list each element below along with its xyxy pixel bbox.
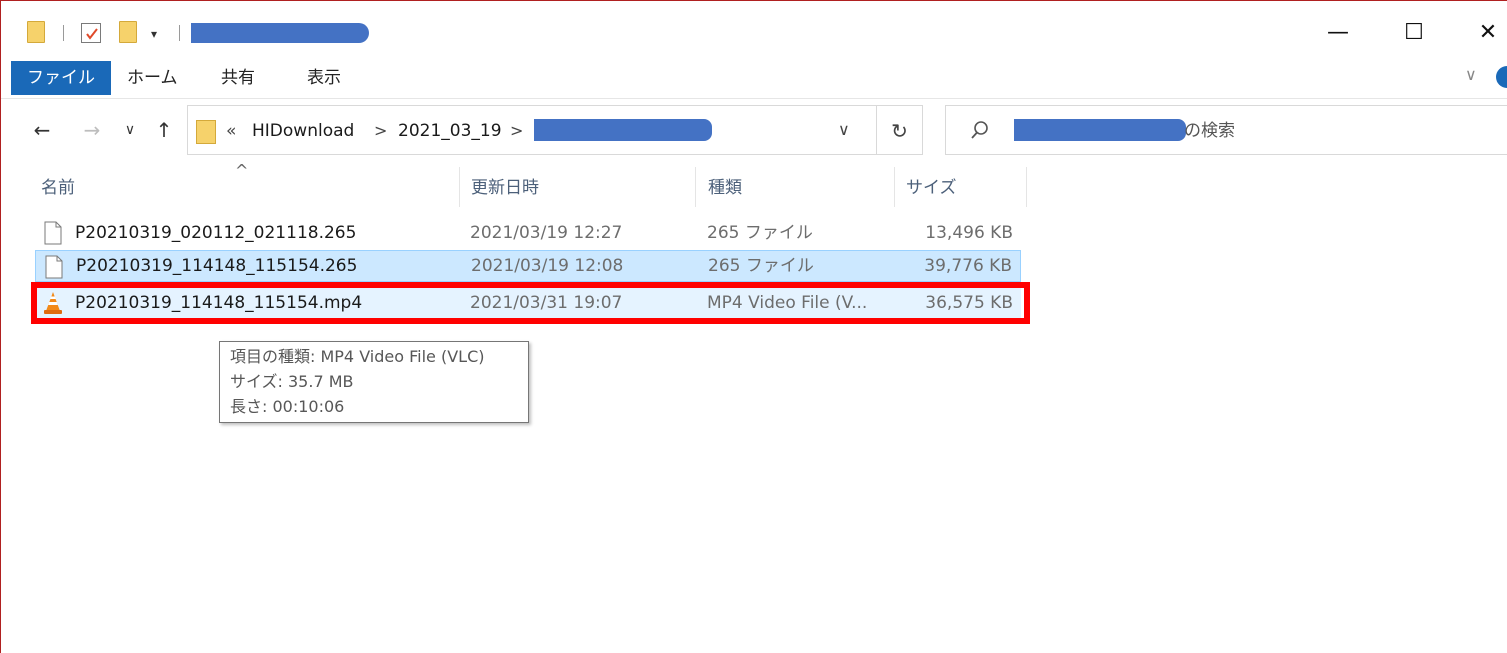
folder-icon [196,120,216,144]
breadcrumb-hidownload[interactable]: HIDownload [252,120,354,142]
file-row-selected[interactable]: P20210319_114148_115154.265 2021/03/19 1… [35,250,1021,282]
file-explorer-window: ▾ — ☐ ✕ ファイル ホーム 共有 表示 ∨ ← → ∨ ↑ « HIDow… [0,0,1507,653]
toolbar-separator [63,25,64,41]
column-divider[interactable] [1026,167,1027,207]
file-modified: 2021/03/19 12:27 [470,223,623,243]
properties-icon[interactable] [81,23,101,43]
search-icon [971,121,988,139]
file-type: 265 ファイル [708,256,814,276]
tab-file[interactable]: ファイル [11,61,111,95]
close-button[interactable]: ✕ [1465,17,1507,49]
breadcrumb-overflow[interactable]: « [226,120,236,142]
breadcrumb-date-folder[interactable]: 2021_03_19 [398,120,502,142]
address-dropdown-icon[interactable]: ∨ [838,120,850,139]
new-folder-icon[interactable] [119,21,137,43]
search-placeholder: の検索 [1184,121,1235,141]
minimize-button[interactable]: — [1315,17,1361,49]
file-name: P20210319_020112_021118.265 [75,223,357,243]
recent-locations-button[interactable]: ∨ [117,117,143,143]
breadcrumb-separator[interactable]: > [510,120,523,142]
file-size: 13,496 KB [925,223,1013,243]
address-bar[interactable]: « HIDownload > 2021_03_19 > ∨ [187,105,877,155]
column-header-name[interactable]: 名前 [41,177,75,199]
folder-icon [27,21,45,43]
breadcrumb-separator[interactable]: > [374,120,387,142]
highlight-annotation [31,282,1030,324]
column-header-size[interactable]: サイズ [906,177,957,199]
maximize-button[interactable]: ☐ [1391,17,1437,49]
redacted-search-scope [1014,119,1186,141]
forward-button[interactable]: → [79,117,105,143]
toolbar-separator [179,25,180,41]
tab-view[interactable]: 表示 [293,61,355,95]
sort-ascending-icon: ^ [235,161,249,180]
redacted-breadcrumb [534,119,712,141]
column-header-type[interactable]: 種類 [708,177,742,199]
back-button[interactable]: ← [29,117,55,143]
column-divider[interactable] [894,167,895,207]
up-button[interactable]: ↑ [151,117,177,143]
ribbon-tabs: ファイル ホーム 共有 表示 ∨ [1,57,1507,99]
quick-access-dropdown-icon[interactable]: ▾ [151,27,165,41]
ribbon-expand-icon[interactable]: ∨ [1465,65,1477,84]
file-row[interactable]: P20210319_020112_021118.265 2021/03/19 1… [35,217,1021,249]
tab-share[interactable]: 共有 [207,61,269,95]
tooltip-length: 長さ: 00:10:06 [230,397,345,416]
column-header-modified[interactable]: 更新日時 [471,177,539,199]
document-icon [44,221,62,245]
title-bar: ▾ — ☐ ✕ [1,1,1507,57]
file-info-tooltip: 項目の種類: MP4 Video File (VLC) サイズ: 35.7 MB… [219,341,529,423]
column-headers: 名前 更新日時 種類 サイズ [1,161,1507,211]
tooltip-type: 項目の種類: MP4 Video File (VLC) [230,347,485,366]
tooltip-size: サイズ: 35.7 MB [230,372,354,391]
file-type: 265 ファイル [707,223,813,243]
redacted-window-title [191,23,369,43]
document-icon [45,255,63,279]
column-divider[interactable] [459,167,460,207]
file-modified: 2021/03/19 12:08 [471,256,624,276]
column-divider[interactable] [695,167,696,207]
refresh-button[interactable]: ↻ [877,105,923,155]
file-name: P20210319_114148_115154.265 [76,256,358,276]
tab-home[interactable]: ホーム [113,61,192,95]
navigation-bar: ← → ∨ ↑ « HIDownload > 2021_03_19 > ∨ ↻ … [1,99,1507,161]
search-box[interactable]: の検索 [945,105,1507,155]
file-size: 39,776 KB [924,256,1012,276]
